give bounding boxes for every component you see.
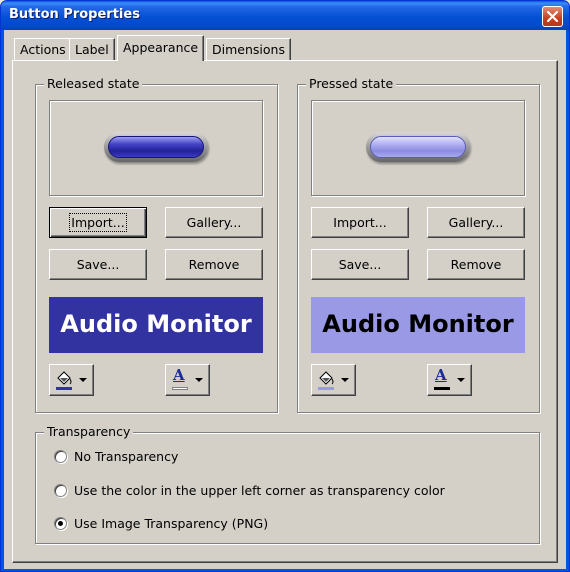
pressed-label-preview: Audio Monitor [311, 297, 525, 353]
pressed-image-preview [311, 100, 525, 196]
radio-button[interactable] [54, 517, 67, 530]
released-label-preview: Audio Monitor [49, 297, 263, 353]
released-import-button[interactable]: Import... [49, 207, 147, 238]
dropdown-arrow-icon[interactable] [79, 378, 87, 382]
pressed-state-label: Pressed state [306, 77, 397, 91]
dialog-window: Button Properties Actions Label Appearan… [0, 0, 570, 572]
released-button-image [104, 132, 208, 162]
paint-bucket-icon [319, 371, 334, 385]
font-color-icon: A [173, 366, 185, 384]
radio-button[interactable] [54, 450, 67, 463]
title-bar[interactable]: Button Properties [1, 1, 569, 30]
released-remove-button[interactable]: Remove [165, 249, 263, 280]
released-state-group: Released state Import... Gallery... Save… [35, 77, 278, 413]
pressed-fill-color-button[interactable] [311, 364, 356, 396]
released-fill-swatch [56, 387, 72, 390]
radio-button[interactable] [54, 484, 67, 497]
tab-appearance[interactable]: Appearance [117, 35, 205, 61]
pressed-remove-button[interactable]: Remove [427, 249, 525, 280]
appearance-panel: Released state Import... Gallery... Save… [12, 60, 558, 563]
window-title: Button Properties [9, 7, 140, 22]
pressed-state-group: Pressed state Import... Gallery... Save.… [297, 77, 540, 413]
pressed-import-button[interactable]: Import... [311, 207, 409, 238]
pressed-gallery-button[interactable]: Gallery... [427, 207, 525, 238]
dropdown-arrow-icon[interactable] [195, 378, 203, 382]
pressed-font-color-button[interactable]: A [427, 364, 472, 396]
released-save-button[interactable]: Save... [49, 249, 147, 280]
radio-label: Use the color in the upper left corner a… [74, 483, 445, 498]
tab-label[interactable]: Label [69, 38, 115, 60]
released-image-preview [49, 100, 263, 196]
pressed-font-swatch [434, 387, 450, 390]
close-button[interactable] [542, 6, 563, 27]
pressed-fill-swatch [318, 387, 334, 390]
pressed-save-button[interactable]: Save... [311, 249, 409, 280]
dropdown-arrow-icon[interactable] [457, 378, 465, 382]
paint-bucket-icon [57, 371, 72, 385]
close-icon [547, 11, 558, 22]
transparency-group: Transparency No Transparency Use the col… [35, 425, 540, 544]
released-gallery-button[interactable]: Gallery... [165, 207, 263, 238]
released-font-color-button[interactable]: A [165, 364, 210, 396]
released-state-label: Released state [44, 77, 143, 91]
pressed-button-image [366, 132, 470, 162]
radio-label: No Transparency [74, 449, 179, 464]
font-color-icon: A [435, 366, 447, 384]
tab-actions[interactable]: Actions [14, 38, 72, 60]
dialog-client-area: Actions Label Appearance Dimensions Rele… [4, 30, 566, 569]
tab-dimensions[interactable]: Dimensions [206, 38, 291, 60]
released-fill-color-button[interactable] [49, 364, 94, 396]
released-font-swatch [172, 387, 188, 390]
radio-label: Use Image Transparency (PNG) [74, 516, 269, 531]
transparency-label: Transparency [44, 425, 134, 439]
dropdown-arrow-icon[interactable] [341, 378, 349, 382]
